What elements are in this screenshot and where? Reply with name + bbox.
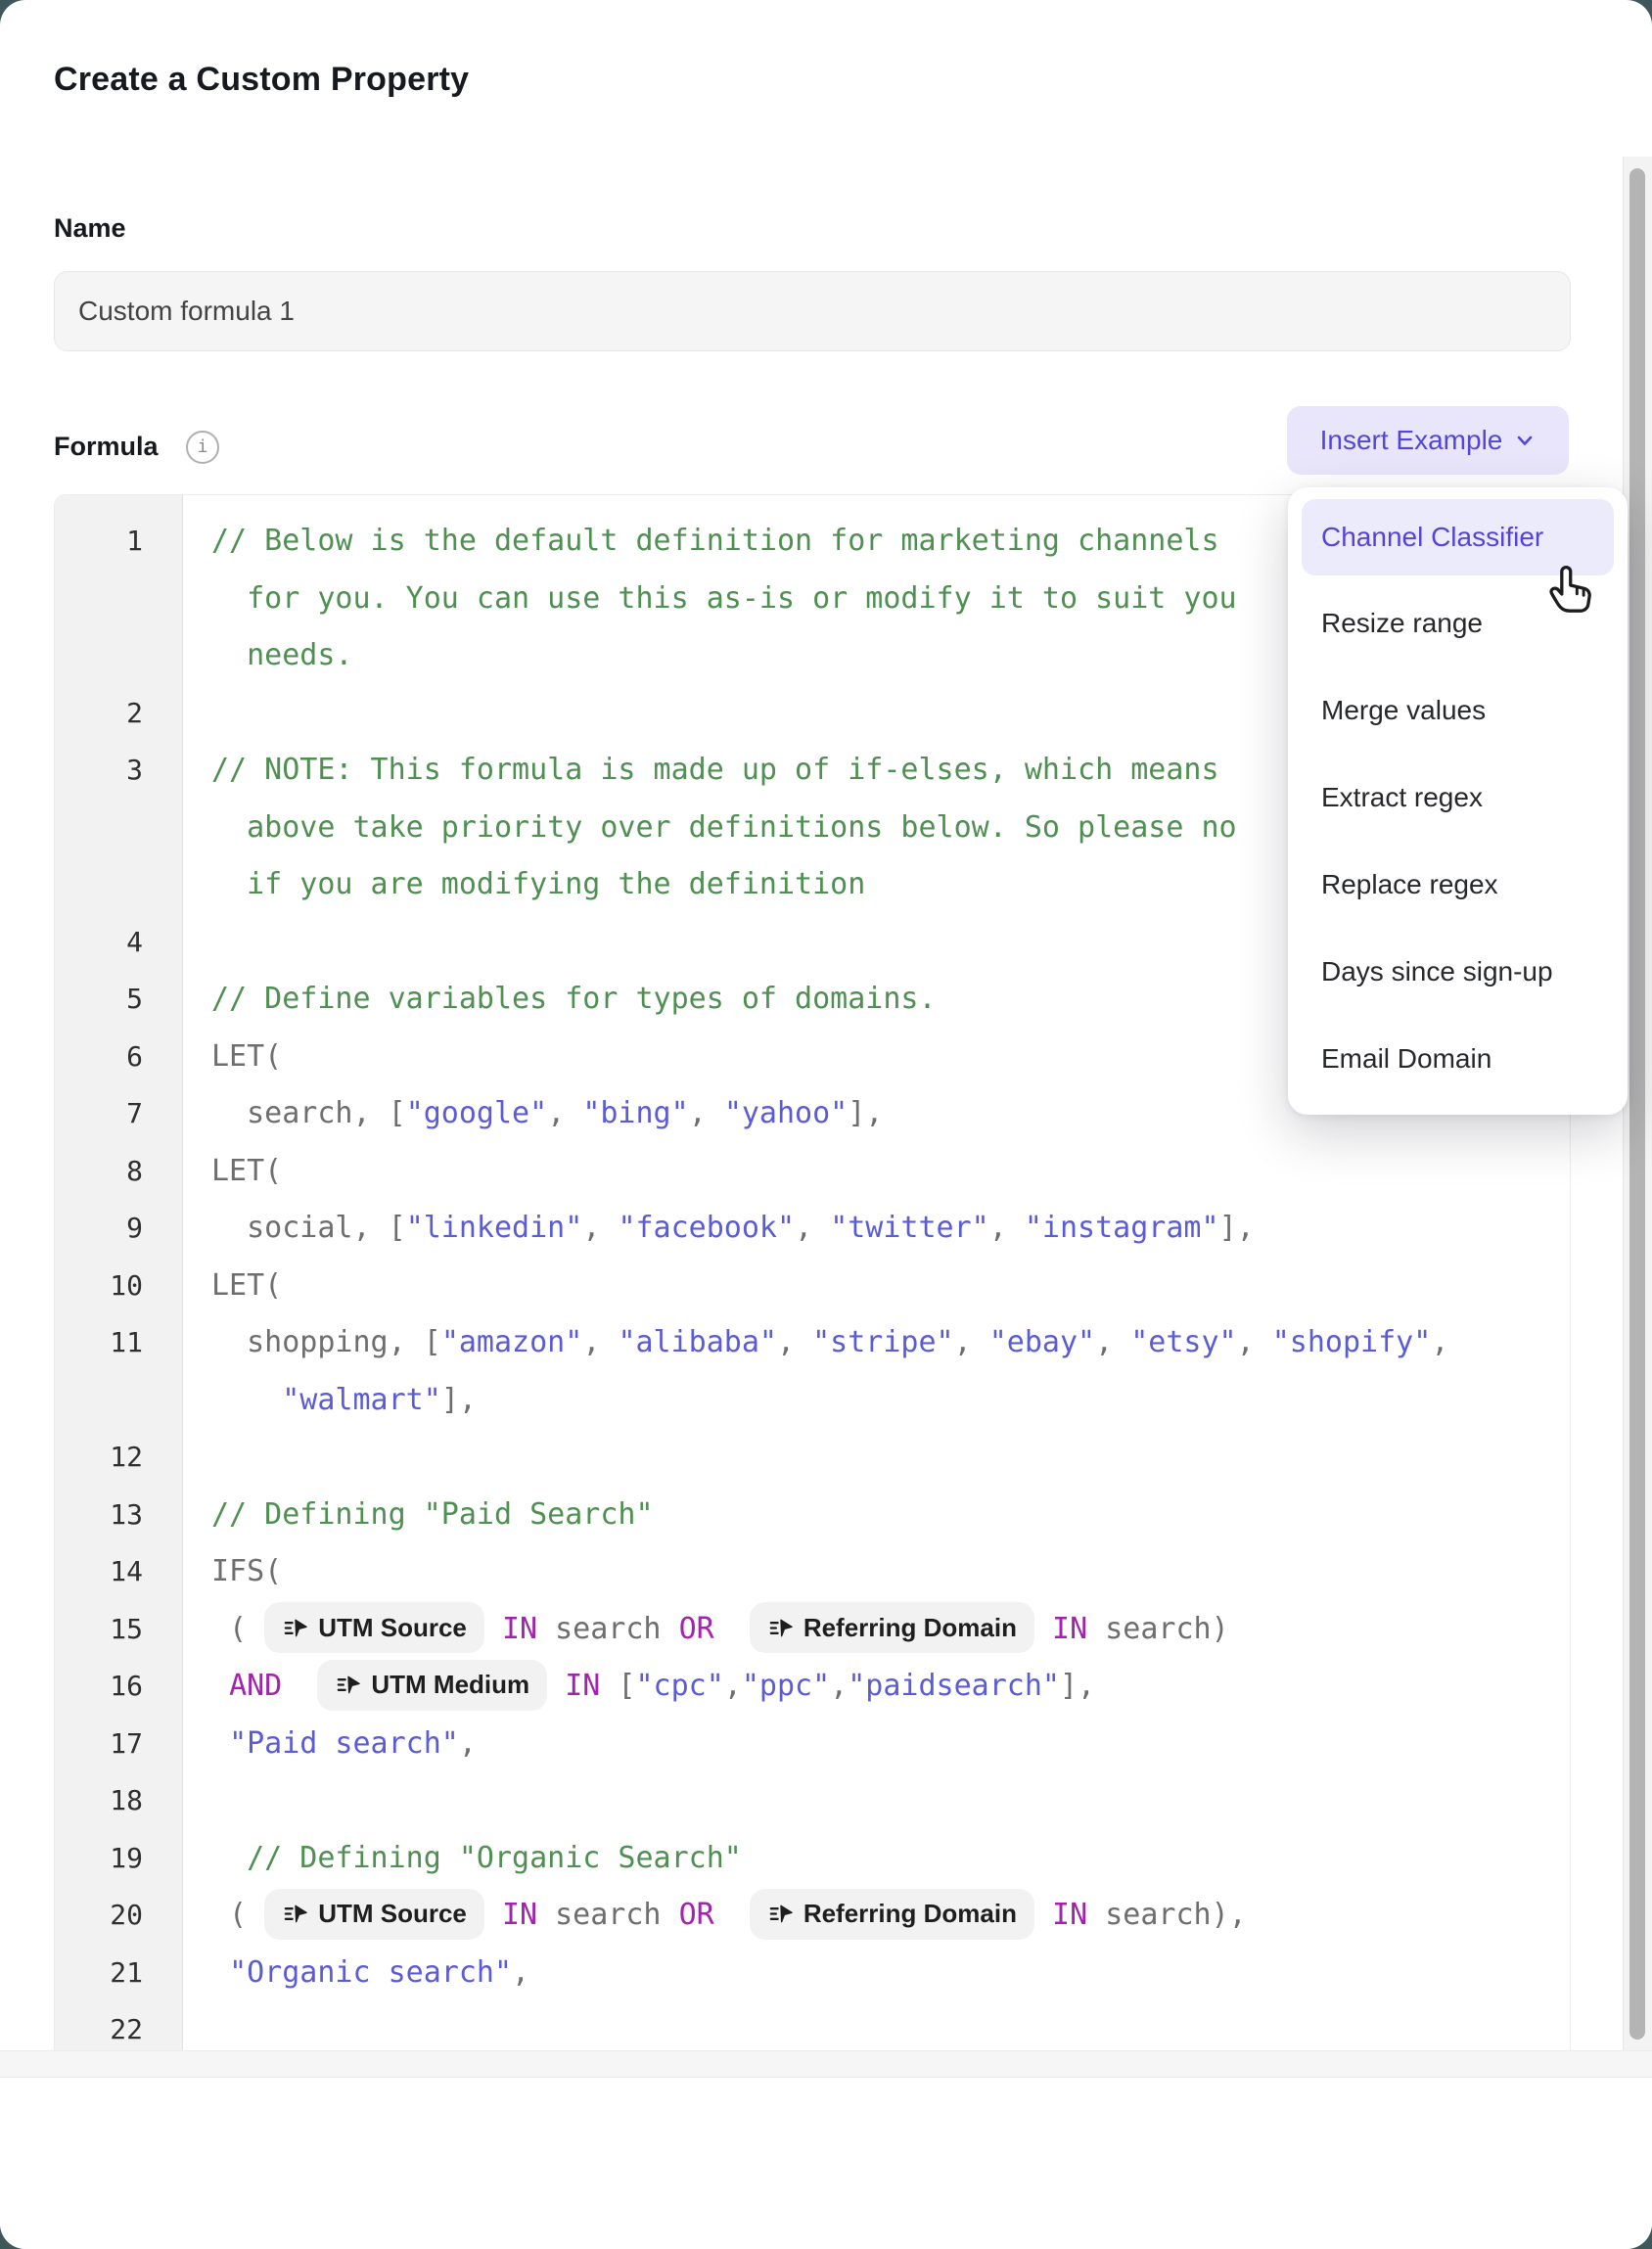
menu-item-channel-classifier[interactable]: Channel Classifier <box>1302 499 1614 575</box>
code-line[interactable] <box>183 1429 1570 1487</box>
line-number: 22 <box>55 2001 183 2050</box>
line-number: 1 <box>55 513 183 571</box>
menu-item-resize-range[interactable]: Resize range <box>1288 579 1628 666</box>
line-number-gutter <box>55 495 183 513</box>
code-row: 10LET( <box>55 1258 1570 1315</box>
line-number: 2 <box>55 685 183 743</box>
line-number: 5 <box>55 971 183 1029</box>
line-number: 12 <box>55 1429 183 1487</box>
editor-bottom-strip <box>0 2050 1652 2078</box>
code-line[interactable]: // Defining "Organic Search" <box>183 1830 1570 1888</box>
line-number: 6 <box>55 1029 183 1086</box>
token-chip-label: UTM Medium <box>371 1658 529 1714</box>
line-number: 7 <box>55 1085 183 1143</box>
line-number: 21 <box>55 1945 183 2002</box>
line-number <box>55 1372 183 1430</box>
code-line[interactable]: ( UTM Source IN search OR Referring Doma… <box>183 1601 1570 1659</box>
token-chip-referring-domain[interactable]: Referring Domain <box>750 1889 1034 1940</box>
line-number: 11 <box>55 1314 183 1372</box>
code-line[interactable]: ( UTM Source IN search OR Referring Doma… <box>183 1887 1570 1945</box>
name-input[interactable] <box>54 271 1571 351</box>
code-row: "walmart"], <box>55 1372 1570 1430</box>
menu-item-merge-values[interactable]: Merge values <box>1288 666 1628 754</box>
code-line[interactable]: LET( <box>183 1258 1570 1315</box>
line-number: 3 <box>55 742 183 800</box>
token-chip-label: UTM Source <box>318 1601 467 1657</box>
page-title: Create a Custom Property <box>54 61 469 99</box>
code-row: 20 ( UTM Source IN search OR Referring D… <box>55 1887 1570 1945</box>
token-chip-label: Referring Domain <box>803 1601 1017 1657</box>
token-chip-label: Referring Domain <box>803 1887 1017 1943</box>
line-number <box>55 800 183 857</box>
insert-example-button[interactable]: Insert Example <box>1287 406 1569 475</box>
code-line[interactable] <box>183 2001 1570 2050</box>
line-number: 20 <box>55 1887 183 1945</box>
line-number: 18 <box>55 1772 183 1830</box>
code-row: 9 social, ["linkedin", "facebook", "twit… <box>55 1200 1570 1258</box>
code-row: 22 <box>55 2001 1570 2050</box>
code-row: 17 "Paid search", <box>55 1716 1570 1773</box>
code-row: 21 "Organic search", <box>55 1945 1570 2002</box>
property-token-icon <box>767 1901 794 1927</box>
code-line[interactable]: social, ["linkedin", "facebook", "twitte… <box>183 1200 1570 1258</box>
code-line[interactable]: "Paid search", <box>183 1716 1570 1773</box>
code-row: 13// Defining "Paid Search" <box>55 1487 1570 1544</box>
modal-footer: Save Cancel Apply <box>0 2078 1652 2249</box>
menu-item-replace-regex[interactable]: Replace regex <box>1288 841 1628 928</box>
code-line[interactable] <box>183 1772 1570 1830</box>
line-number: 10 <box>55 1258 183 1315</box>
line-number: 16 <box>55 1658 183 1716</box>
formula-label: Formula <box>54 432 159 462</box>
menu-item-extract-regex[interactable]: Extract regex <box>1288 754 1628 841</box>
code-row: 8LET( <box>55 1143 1570 1201</box>
code-line[interactable]: "Organic search", <box>183 1945 1570 2002</box>
insert-example-label: Insert Example <box>1320 425 1503 456</box>
code-line[interactable]: LET( <box>183 1143 1570 1201</box>
line-number: 9 <box>55 1200 183 1258</box>
code-line[interactable]: // Defining "Paid Search" <box>183 1487 1570 1544</box>
name-label: Name <box>54 213 126 244</box>
line-number: 14 <box>55 1543 183 1601</box>
line-number: 15 <box>55 1601 183 1659</box>
code-line[interactable]: AND UTM Medium IN ["cpc","ppc","paidsear… <box>183 1658 1570 1716</box>
code-row: 15 ( UTM Source IN search OR Referring D… <box>55 1601 1570 1659</box>
code-row: 18 <box>55 1772 1570 1830</box>
scrollbar-thumb[interactable] <box>1629 168 1645 2040</box>
line-number: 8 <box>55 1143 183 1201</box>
property-token-icon <box>282 1615 308 1641</box>
menu-item-days-since-sign-up[interactable]: Days since sign-up <box>1288 928 1628 1015</box>
property-token-icon <box>767 1615 794 1641</box>
create-custom-property-modal: Create a Custom Property Name Formula i … <box>0 0 1652 2249</box>
info-icon[interactable]: i <box>186 431 219 464</box>
line-number: 19 <box>55 1830 183 1888</box>
code-line[interactable]: shopping, ["amazon", "alibaba", "stripe"… <box>183 1314 1570 1372</box>
token-chip-utm-medium[interactable]: UTM Medium <box>317 1660 547 1711</box>
token-chip-referring-domain[interactable]: Referring Domain <box>750 1602 1034 1653</box>
code-row: 19 // Defining "Organic Search" <box>55 1830 1570 1888</box>
chevron-down-icon <box>1514 430 1536 451</box>
line-number: 4 <box>55 914 183 972</box>
insert-example-menu: Channel ClassifierResize rangeMerge valu… <box>1288 487 1628 1115</box>
code-row: 11 shopping, ["amazon", "alibaba", "stri… <box>55 1314 1570 1372</box>
property-token-icon <box>335 1672 361 1698</box>
line-number <box>55 571 183 628</box>
line-number <box>55 856 183 914</box>
code-line[interactable]: "walmart"], <box>183 1372 1570 1430</box>
code-row: 14IFS( <box>55 1543 1570 1601</box>
property-token-icon <box>282 1901 308 1927</box>
code-line[interactable]: IFS( <box>183 1543 1570 1601</box>
menu-item-email-domain[interactable]: Email Domain <box>1288 1015 1628 1102</box>
line-number <box>55 627 183 685</box>
line-number: 13 <box>55 1487 183 1544</box>
line-number: 17 <box>55 1716 183 1773</box>
token-chip-utm-source[interactable]: UTM Source <box>264 1602 484 1653</box>
code-row: 16 AND UTM Medium IN ["cpc","ppc","paids… <box>55 1658 1570 1716</box>
code-row: 12 <box>55 1429 1570 1487</box>
token-chip-label: UTM Source <box>318 1887 467 1943</box>
token-chip-utm-source[interactable]: UTM Source <box>264 1889 484 1940</box>
